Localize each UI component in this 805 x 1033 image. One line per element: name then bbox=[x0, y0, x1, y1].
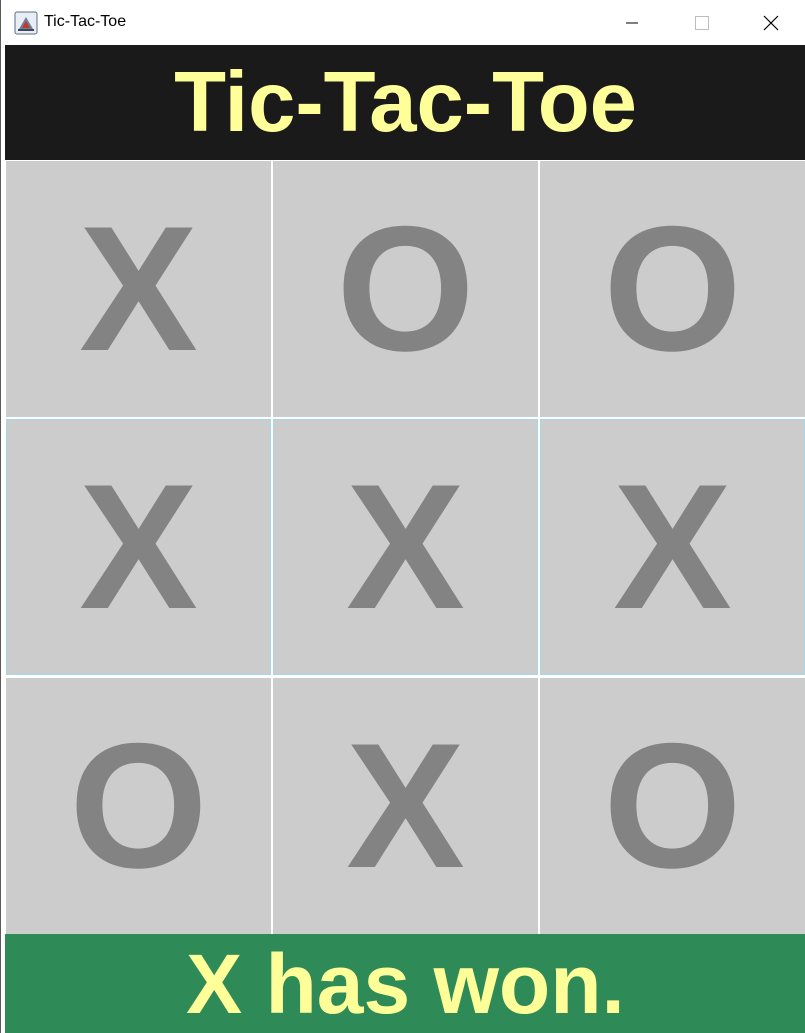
cell-mark: O bbox=[336, 189, 475, 388]
cell-mark: X bbox=[613, 447, 732, 646]
board-cell-1[interactable]: X bbox=[6, 161, 271, 417]
minimize-icon bbox=[626, 22, 638, 23]
java-app-icon bbox=[14, 11, 38, 35]
cell-mark: X bbox=[79, 189, 198, 388]
minimize-button[interactable] bbox=[597, 0, 667, 45]
board-cell-3[interactable]: O bbox=[540, 161, 805, 417]
cell-mark: O bbox=[603, 706, 742, 905]
cell-mark: X bbox=[346, 447, 465, 646]
maximize-icon bbox=[695, 15, 709, 30]
title-bar[interactable]: Tic-Tac-Toe bbox=[1, 0, 805, 45]
board-cell-9[interactable]: O bbox=[540, 678, 805, 934]
status-message: X has won. bbox=[186, 936, 625, 1031]
cell-mark: X bbox=[79, 447, 198, 646]
status-bar: X has won. bbox=[5, 934, 805, 1033]
board-cell-4[interactable]: X bbox=[6, 419, 271, 675]
maximize-button[interactable] bbox=[667, 0, 737, 45]
game-title: Tic-Tac-Toe bbox=[174, 55, 637, 150]
cell-mark: O bbox=[69, 706, 208, 905]
app-window: Tic-Tac-Toe Tic-Tac-Toe X O O X X X O X … bbox=[0, 0, 805, 1033]
board-cell-2[interactable]: O bbox=[273, 161, 538, 417]
close-button[interactable] bbox=[736, 0, 805, 45]
board-cell-8[interactable]: X bbox=[273, 678, 538, 934]
cell-mark: O bbox=[603, 189, 742, 388]
close-icon bbox=[763, 15, 779, 30]
cell-mark: X bbox=[346, 706, 465, 905]
board-cell-7[interactable]: O bbox=[6, 678, 271, 934]
game-board: X O O X X X O X O bbox=[5, 160, 805, 934]
board-cell-5[interactable]: X bbox=[273, 419, 538, 675]
board-cell-6[interactable]: X bbox=[540, 419, 805, 675]
game-header: Tic-Tac-Toe bbox=[5, 45, 805, 160]
window-title: Tic-Tac-Toe bbox=[44, 13, 127, 30]
